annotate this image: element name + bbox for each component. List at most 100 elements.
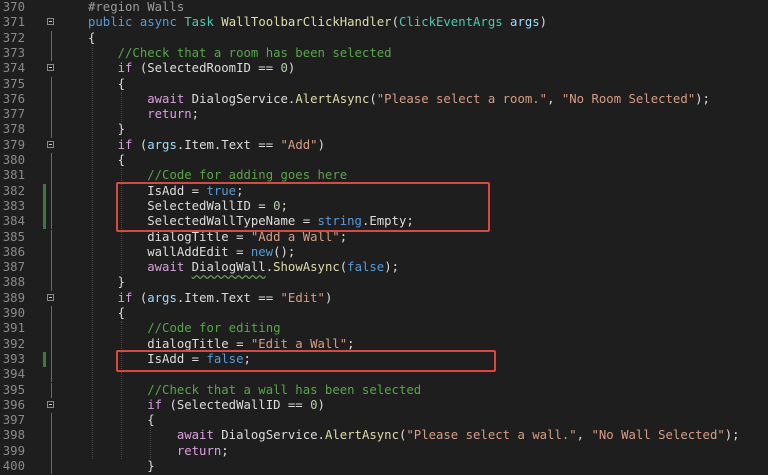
fold-line [51,244,52,261]
code-token: ( [391,15,399,30]
code-text: { [88,306,125,321]
line-number: 384 [2,214,25,229]
code-text: } [88,275,125,290]
fold-line [51,459,52,475]
code-token: wallAddEdit = [88,244,251,259]
code-token: if [117,290,133,305]
code-line[interactable]: 374 if (SelectedRoomID == 0) [0,61,768,76]
fold-line [51,183,52,199]
collapse-icon[interactable] [47,64,54,72]
code-token: "No Room Selected" [561,91,696,106]
code-token: ) [287,61,296,76]
fold-line [51,122,52,138]
fold-line [51,107,52,123]
code-line[interactable]: 370 #region Walls [0,0,768,15]
code-token: , [576,428,592,443]
code-line[interactable]: 390 { [0,306,768,322]
code-text: await DialogService.AlertAsync("Please s… [88,428,740,443]
line-number: 378 [2,122,25,137]
collapse-icon[interactable] [47,293,54,301]
code-token: , [547,91,562,106]
code-line[interactable]: 399 return; [0,443,768,459]
code-token: ); [384,260,400,275]
code-token: false [347,260,385,275]
code-token: DialogService. [184,91,296,106]
code-text: } [88,122,125,137]
line-number: 395 [2,382,25,397]
fold-line [51,30,52,46]
code-token: { [88,153,126,167]
code-token: { [88,76,126,91]
code-token: async [139,15,177,30]
line-number: 390 [2,306,25,320]
code-token: public [88,15,133,30]
code-line[interactable]: 400 } [0,459,768,475]
change-marker [43,198,46,215]
code-token: .Item.Text == [176,137,281,152]
code-token: ( [132,290,148,305]
code-line[interactable]: 395 //Check that a wall has been selecte… [0,382,768,398]
code-token: args [510,15,540,30]
code-token: "Edit a Wall" [250,336,348,351]
code-token: . [265,260,274,275]
indent-guide [150,428,151,459]
code-text: if (args.Item.Text == "Add") [88,138,325,153]
code-line[interactable]: 371 public async Task WallToolbarClickHan… [0,15,768,30]
line-number: 397 [2,413,25,428]
code-text: { [88,31,95,46]
line-number: 374 [2,61,25,76]
fold-line [51,443,52,459]
code-text: public async Task WallToolbarClickHandle… [88,15,547,30]
line-number: 373 [2,45,25,60]
line-number: 392 [2,336,25,351]
code-line[interactable]: 377 return; [0,107,768,123]
code-text: return; [88,444,229,459]
code-token: //Check that a wall has been selected [147,382,422,397]
collapse-icon[interactable] [47,140,54,148]
code-text: await DialogWall.ShowAsync(false); [88,260,399,275]
code-text: //Code for editing [88,321,280,336]
change-marker [43,183,46,199]
code-editor[interactable]: 370 #region Walls 371 public async Task Wal… [0,0,768,475]
code-line[interactable]: 391 //Code for editing [0,321,768,337]
code-token: { [88,306,126,320]
code-line[interactable]: 372 { [0,30,768,46]
code-line[interactable]: 387 await DialogWall.ShowAsync(false); [0,260,768,276]
code-line[interactable]: 380 { [0,153,768,169]
code-line[interactable]: 397 { [0,413,768,429]
code-line[interactable]: 388 } [0,275,768,291]
code-text: { [88,153,125,168]
code-token: ) [324,290,333,305]
code-line[interactable]: 389 if (args.Item.Text == "Edit") [0,291,768,306]
code-line[interactable]: 373 //Check that a room has been selecte… [0,45,768,62]
line-number: 381 [2,168,25,183]
code-line[interactable]: 386 wallAddEdit = new(); [0,244,768,261]
collapse-icon[interactable] [47,400,54,408]
code-token: Task [184,15,214,30]
code-text: //Check that a room has been selected [88,46,392,61]
code-line[interactable]: 378 } [0,122,768,138]
code-token: ; [221,443,229,458]
code-line[interactable]: 398 await DialogService.AlertAsync("Plea… [0,428,768,444]
code-token: ; [347,336,355,351]
line-number: 400 [2,459,25,473]
code-line[interactable]: 376 await DialogService.AlertAsync("Plea… [0,91,768,108]
code-line[interactable]: 375 { [0,76,768,92]
code-line[interactable]: 379 if (args.Item.Text == "Add") [0,138,768,153]
code-token: 0 [280,61,288,76]
collapse-icon[interactable] [47,18,54,26]
fold-line [51,428,52,444]
code-token: } [88,275,126,290]
code-token: ) [539,15,548,30]
code-token: 0 [310,397,318,412]
code-line[interactable]: 396 if (SelectedWallID == 0) [0,398,768,413]
line-number: 372 [2,30,25,45]
